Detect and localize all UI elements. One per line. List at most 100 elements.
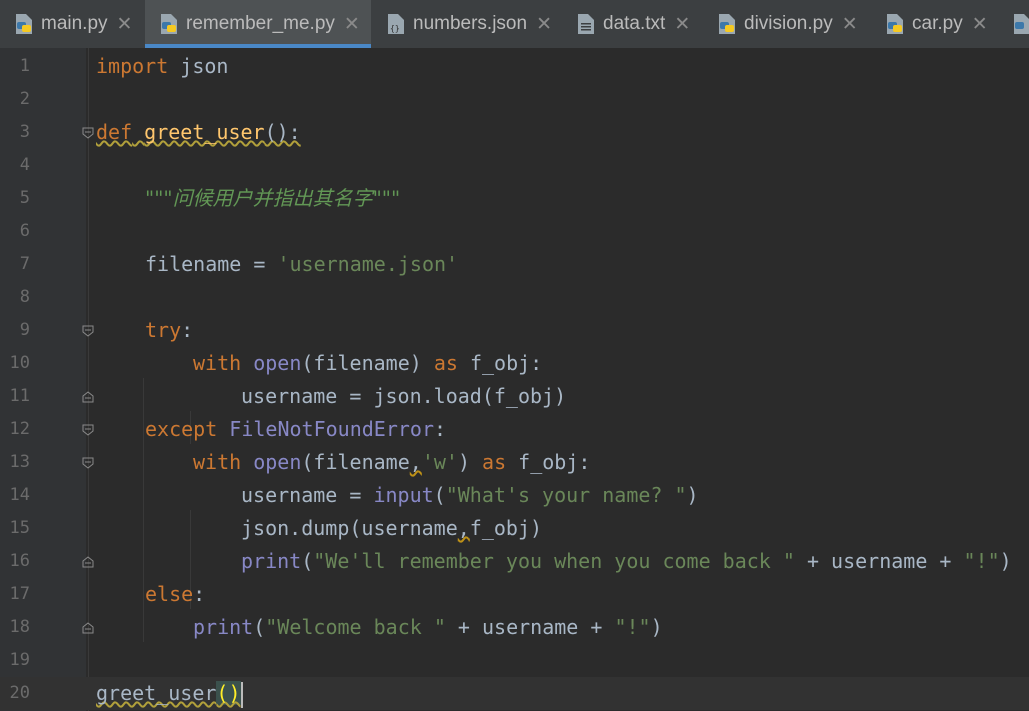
code-text: username = json.load(f_obj) [241, 384, 567, 408]
code-text: (filename) [301, 351, 434, 375]
code-line[interactable]: def greet_user(): [0, 116, 1029, 149]
string-literal: "What's your name? " [445, 483, 687, 507]
tab-main-py[interactable]: main.py ✕ [14, 0, 132, 48]
editor-tab-bar: main.py ✕ remember_me.py ✕ {} numbers.js… [0, 0, 1029, 48]
function-name: greet_user [144, 120, 265, 144]
line-number: 5 [19, 188, 30, 208]
builtin-name: input [373, 483, 434, 507]
keyword: with [193, 351, 242, 375]
tab-car-py[interactable]: car.py ✕ [885, 0, 988, 48]
text-file-icon [578, 14, 594, 34]
fold-end-icon[interactable] [82, 391, 94, 403]
svg-text:{}: {} [390, 24, 400, 33]
string-literal: "!" [963, 549, 1000, 573]
code-text: + username + [445, 615, 615, 639]
keyword: as [433, 351, 458, 375]
line-number: 4 [19, 155, 30, 175]
code-line[interactable]: json.dump(username,f_obj) [0, 512, 1029, 545]
close-tab-icon[interactable]: ✕ [117, 13, 133, 36]
builtin-name: open [253, 450, 302, 474]
close-tab-icon[interactable]: ✕ [536, 13, 552, 36]
code-line[interactable]: username = json.load(f_obj) [0, 380, 1029, 413]
code-text: ( [301, 549, 314, 573]
code-line[interactable]: with open(filename,'w') as f_obj: [0, 446, 1029, 479]
builtin-name: print [241, 549, 302, 573]
tab-overflow[interactable] [1012, 0, 1029, 48]
code-text: , [457, 516, 470, 540]
code-text: : [181, 318, 194, 342]
line-number: 7 [19, 254, 30, 274]
keyword: except [145, 417, 218, 441]
code-line[interactable]: filename = 'username.json' [0, 248, 1029, 281]
code-line[interactable]: else: [0, 578, 1029, 611]
code-text: , [409, 450, 422, 474]
code-text: f_obj: [506, 450, 591, 474]
code-text: ( [433, 483, 446, 507]
code-line[interactable]: print("We'll remember you when you come … [0, 545, 1029, 578]
code-text: username = [241, 483, 374, 507]
builtin-name: print [193, 615, 254, 639]
code-line[interactable]: with open(filename) as f_obj: [0, 347, 1029, 380]
tab-numbers-json[interactable]: {} numbers.json ✕ [386, 0, 552, 48]
code-line[interactable]: username = input("What's your name? ") [0, 479, 1029, 512]
close-tab-icon[interactable]: ✕ [842, 13, 858, 36]
fold-open-icon[interactable] [82, 325, 94, 337]
string-literal: "We'll remember you when you come back " [313, 549, 795, 573]
code-line[interactable]: try: [0, 314, 1029, 347]
keyword: try [145, 318, 182, 342]
code-text: f_obj: [457, 351, 543, 375]
code-line[interactable]: import json [0, 50, 1029, 83]
tab-label: main.py [41, 13, 108, 34]
keyword: with [193, 450, 242, 474]
line-number: 20 [9, 683, 30, 703]
fold-end-icon[interactable] [82, 622, 94, 634]
line-number: 8 [19, 287, 30, 307]
code-text: : [434, 417, 447, 441]
line-number: 9 [19, 320, 30, 340]
tab-data-txt[interactable]: data.txt ✕ [576, 0, 690, 48]
string-literal: 'w' [421, 450, 458, 474]
fold-open-icon[interactable] [82, 424, 94, 436]
text-cursor [240, 681, 243, 708]
line-number: 2 [19, 89, 30, 109]
code-editor[interactable]: import json def greet_user(): """问候用户并指出… [0, 48, 1029, 711]
close-tab-icon[interactable]: ✕ [344, 13, 360, 36]
close-tab-icon[interactable]: ✕ [972, 13, 988, 36]
code-line-current[interactable]: greet_user() [0, 677, 1029, 710]
code-text: (filename [301, 450, 410, 474]
string-literal: "Welcome back " [265, 615, 446, 639]
string-literal: 'username.json' [277, 252, 459, 276]
tab-division-py[interactable]: division.py ✕ [717, 0, 858, 48]
fold-open-icon[interactable] [82, 127, 94, 139]
line-number: 6 [19, 221, 30, 241]
code-text: filename = [145, 252, 278, 276]
keyword: import [96, 54, 169, 78]
string-literal: "!" [614, 615, 651, 639]
python-file-icon [1014, 14, 1029, 34]
code-text: f_obj) [469, 516, 543, 540]
line-number: 17 [9, 584, 30, 604]
matched-parens: () [216, 681, 241, 705]
line-number: 18 [9, 617, 30, 637]
keyword: def [96, 120, 133, 144]
code-line[interactable]: print("Welcome back " + username + "!") [0, 611, 1029, 644]
code-line[interactable]: """问候用户并指出其名字""" [0, 182, 1029, 215]
code-line[interactable]: except FileNotFoundError: [0, 413, 1029, 446]
tab-remember-me-py[interactable]: remember_me.py ✕ [145, 0, 371, 48]
code-text: json [168, 54, 229, 78]
tab-label: remember_me.py [186, 13, 335, 34]
json-file-icon: {} [388, 14, 404, 34]
builtin-name: open [253, 351, 302, 375]
code-text: ) [457, 450, 483, 474]
close-tab-icon[interactable]: ✕ [674, 13, 690, 36]
docstring: """问候用户并指出其名字""" [145, 186, 401, 210]
code-text: json.dump(username [241, 516, 458, 540]
code-text: ( [253, 615, 266, 639]
fold-open-icon[interactable] [82, 457, 94, 469]
python-file-icon [16, 14, 32, 34]
keyword: as [482, 450, 507, 474]
line-number: 11 [9, 386, 30, 406]
line-number: 13 [9, 452, 30, 472]
fold-end-icon[interactable] [82, 556, 94, 568]
line-number: 3 [19, 122, 30, 142]
